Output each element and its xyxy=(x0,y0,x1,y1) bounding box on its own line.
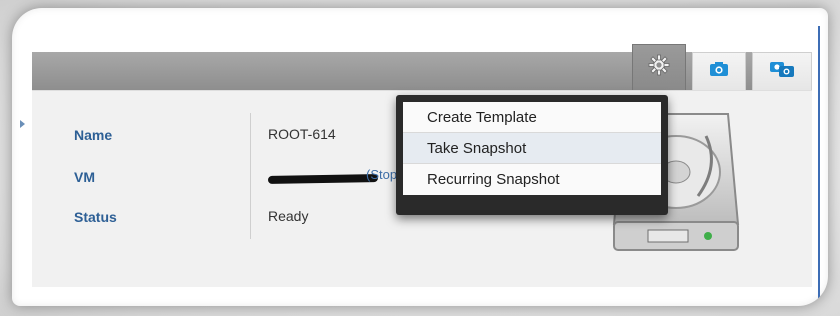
camera-recurring-icon xyxy=(769,60,795,83)
recurring-snapshot-tab[interactable] xyxy=(752,52,812,90)
actions-menu-list: Create Template Take Snapshot Recurring … xyxy=(403,102,661,195)
name-value: ROOT-614 xyxy=(268,126,336,142)
vm-label: VM xyxy=(74,169,95,185)
gear-icon xyxy=(648,54,670,81)
scrollbar-edge xyxy=(818,26,820,306)
column-divider xyxy=(250,113,251,239)
name-label: Name xyxy=(74,127,113,143)
collapse-arrow-icon[interactable] xyxy=(20,120,25,128)
menu-item-take-snapshot[interactable]: Take Snapshot xyxy=(403,133,661,164)
take-snapshot-tab[interactable] xyxy=(692,52,746,90)
status-label: Status xyxy=(74,209,117,225)
actions-button[interactable] xyxy=(632,44,686,90)
status-value: Ready xyxy=(268,208,309,224)
menu-item-create-template[interactable]: Create Template xyxy=(403,102,661,133)
actions-dropdown-menu: Create Template Take Snapshot Recurring … xyxy=(396,95,668,215)
volume-detail-panel: Name ROOT-614 VM (Stopp Status Ready Cre… xyxy=(12,8,828,306)
camera-icon xyxy=(709,61,729,82)
redacted-vm-name xyxy=(267,174,379,184)
menu-item-recurring-snapshot[interactable]: Recurring Snapshot xyxy=(403,164,661,195)
screenshot-frame: Name ROOT-614 VM (Stopp Status Ready Cre… xyxy=(0,0,840,316)
